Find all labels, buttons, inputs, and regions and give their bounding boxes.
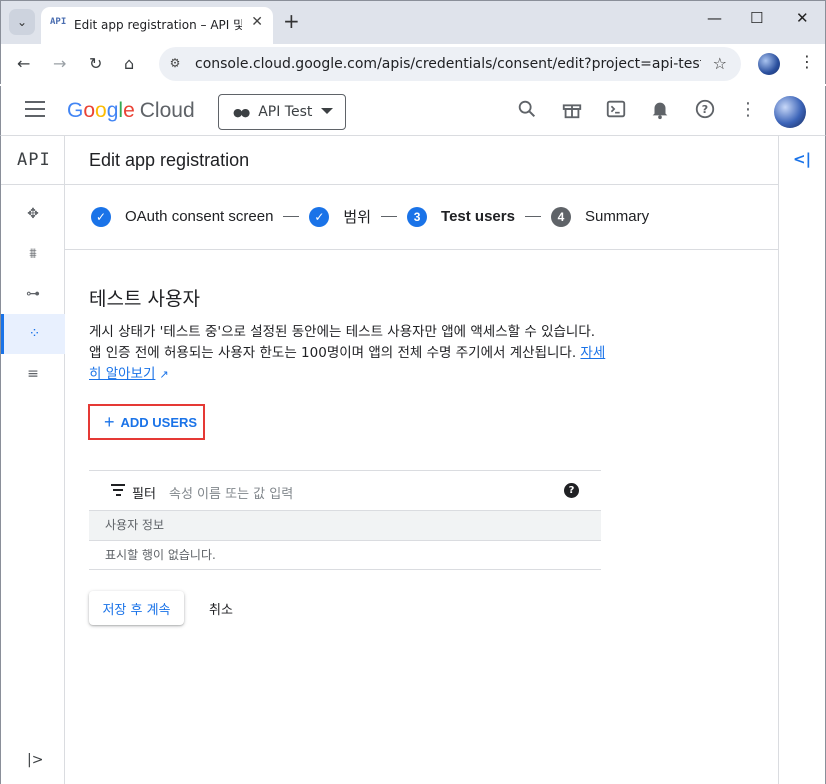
plus-icon: +	[104, 412, 115, 432]
section-title: 테스트 사용자	[89, 288, 200, 310]
close-window-button[interactable]: ✕	[796, 9, 809, 27]
tab-close-icon[interactable]: ✕	[251, 14, 263, 30]
test-users-table: 필터 속성 이름 또는 값 입력 ? 사용자 정보 표시할 행이 없습니다.	[89, 470, 601, 570]
main-content: Edit app registration ✓ OAuth consent sc…	[65, 136, 778, 784]
back-arrow-icon[interactable]: ←	[17, 54, 30, 73]
rail-item-library[interactable]: ⩩	[1, 234, 65, 274]
add-users-label: ADD USERS	[120, 414, 198, 430]
browser-toolbar: ← → ↻ ⌂ ⚙ console.cloud.google.com/apis/…	[0, 44, 826, 84]
gcp-header: Google Cloud ●● API Test ? ⋮	[0, 86, 826, 136]
browser-tab-strip: ⌄ API Edit app registration – API 및 서비스 …	[0, 0, 826, 45]
project-picker-button[interactable]: ●● API Test	[218, 94, 346, 130]
new-tab-button[interactable]: +	[283, 9, 300, 33]
api-product-label: API	[17, 150, 51, 170]
gift-icon[interactable]	[560, 98, 584, 122]
step-4-label: Summary	[584, 208, 650, 225]
step-connector	[524, 216, 541, 217]
minimize-button[interactable]: —	[707, 9, 722, 27]
caret-down-icon	[321, 108, 333, 114]
more-vert-icon[interactable]: ⋮	[736, 98, 760, 122]
home-icon[interactable]: ⌂	[124, 54, 134, 73]
notifications-bell-icon[interactable]	[648, 98, 672, 122]
filter-icon	[111, 484, 125, 499]
step-4-number: 4	[550, 206, 571, 227]
step-1-label[interactable]: OAuth consent screen	[125, 208, 273, 225]
empty-table-message: 표시할 행이 없습니다.	[89, 541, 601, 570]
maximize-button[interactable]: ☐	[750, 9, 763, 27]
help-icon[interactable]: ?	[564, 483, 579, 498]
library-grid-icon: ⩩	[29, 246, 37, 262]
project-name: API Test	[258, 104, 313, 120]
stepper-divider	[65, 249, 778, 250]
account-avatar[interactable]	[774, 96, 806, 128]
step-2-label[interactable]: 범위	[343, 206, 371, 227]
forward-arrow-icon[interactable]: →	[53, 54, 66, 73]
page-title: Edit app registration	[89, 150, 250, 170]
browser-tab-active[interactable]: API Edit app registration – API 및 서비스 ✕	[41, 7, 273, 45]
address-bar[interactable]: ⚙ console.cloud.google.com/apis/credenti…	[159, 47, 741, 81]
help-circle-icon[interactable]: ?	[693, 98, 717, 122]
url-text[interactable]: console.cloud.google.com/apis/credential…	[195, 56, 701, 72]
site-settings-icon[interactable]: ⚙	[167, 56, 183, 72]
collapse-panel-icon[interactable]: <|	[793, 150, 811, 168]
description-text: 게시 상태가 '테스트 중'으로 설정된 동안에는 테스트 사용자만 앱에 액세…	[89, 324, 596, 361]
expand-rail-icon[interactable]: |>	[27, 752, 43, 768]
svg-text:?: ?	[702, 103, 708, 116]
key-icon: ⊶	[26, 286, 40, 302]
step-connector	[381, 216, 398, 217]
tab-search-chevron-icon[interactable]: ⌄	[9, 9, 35, 35]
cancel-button[interactable]: 취소	[201, 591, 241, 625]
rail-item-credentials[interactable]: ⊶	[1, 274, 65, 314]
consent-dots-icon: ⁘	[28, 326, 41, 342]
cloud-shell-icon[interactable]	[604, 98, 628, 122]
tab-favicon: API	[50, 17, 67, 27]
browser-profile-avatar[interactable]	[758, 53, 780, 75]
filter-input[interactable]: 속성 이름 또는 값 입력	[169, 483, 293, 502]
section-description: 게시 상태가 '테스트 중'으로 설정된 동안에는 테스트 사용자만 앱에 액세…	[89, 322, 609, 385]
settings-list-icon: ≡	[27, 366, 39, 382]
registration-stepper: ✓ OAuth consent screen ✓ 범위 3 Test users…	[91, 206, 649, 227]
browser-menu-icon[interactable]: ⋮	[799, 52, 815, 71]
step-1-check-icon: ✓	[91, 206, 111, 227]
step-3-label: Test users	[441, 208, 515, 225]
right-panel-rail: <|	[778, 136, 826, 784]
external-link-icon: ↗	[159, 368, 169, 381]
rail-item-enabled-apis[interactable]: ✥	[1, 194, 65, 234]
filter-label: 필터	[132, 487, 156, 502]
api-diamond-icon: ✥	[27, 206, 39, 222]
rail-item-page-settings[interactable]: ≡	[1, 354, 65, 394]
add-users-button[interactable]: + ADD USERS	[88, 404, 205, 440]
search-icon[interactable]	[515, 98, 539, 122]
column-header-user-info[interactable]: 사용자 정보	[89, 511, 601, 541]
left-nav-rail: API ✥ ⩩ ⊶ ⁘ ≡ |>	[0, 136, 65, 784]
tab-title: Edit app registration – API 및 서비스	[74, 18, 242, 32]
project-nodes-icon: ●●	[233, 105, 250, 119]
save-and-continue-button[interactable]: 저장 후 계속	[89, 591, 184, 625]
bookmark-star-icon[interactable]: ☆	[713, 54, 727, 73]
filter-bar[interactable]: 필터 속성 이름 또는 값 입력 ?	[89, 471, 601, 511]
rail-item-oauth-consent[interactable]: ⁘	[1, 314, 65, 354]
step-connector	[283, 216, 300, 217]
rail-divider	[1, 184, 65, 185]
reload-icon[interactable]: ↻	[89, 54, 102, 73]
hamburger-menu-icon[interactable]	[25, 101, 45, 122]
step-2-check-icon: ✓	[309, 206, 330, 227]
google-cloud-logo[interactable]: Google Cloud	[67, 99, 195, 123]
title-divider	[65, 184, 778, 185]
step-3-number: 3	[407, 206, 428, 227]
